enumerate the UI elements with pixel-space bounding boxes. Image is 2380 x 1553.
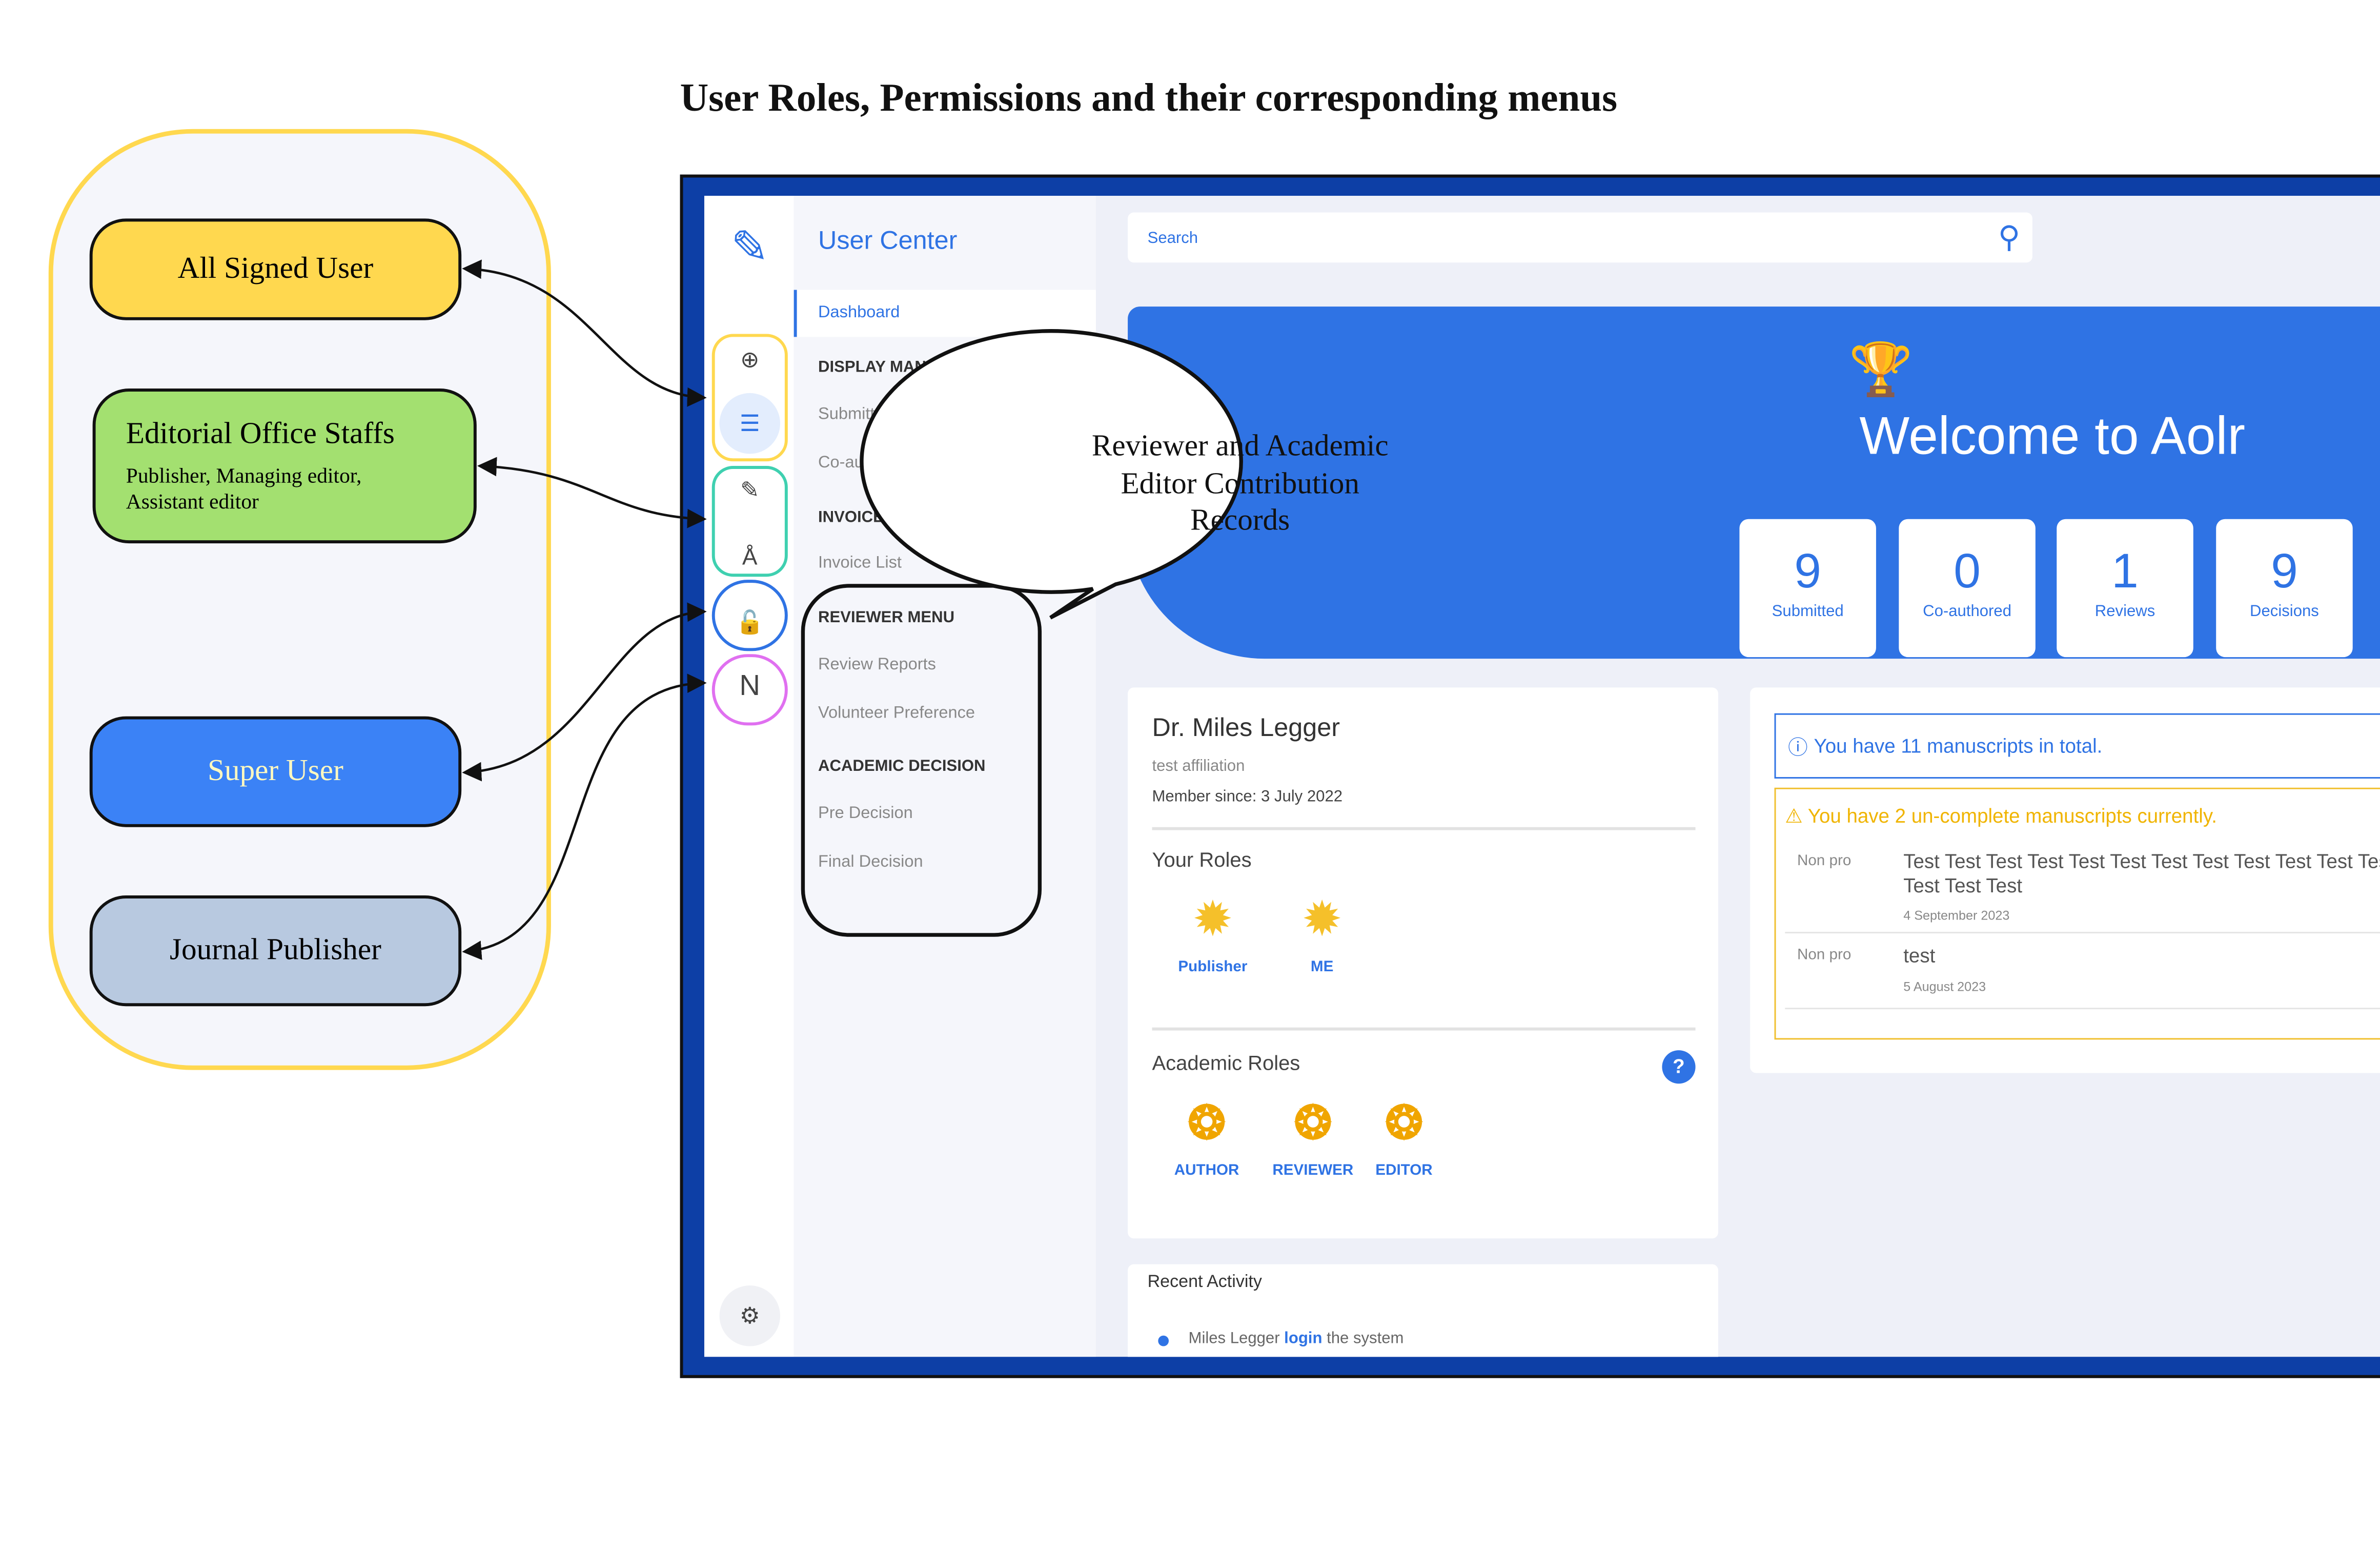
callout-text: Reviewer and Academic Editor Contributio…	[1091, 429, 1389, 538]
arrow-all-users	[462, 259, 707, 407]
annotation-overlay	[462, 259, 1243, 960]
arrow-publisher	[462, 673, 707, 960]
reviewer-menu-highlight	[801, 584, 1042, 937]
arrow-super-user	[462, 602, 707, 782]
arrow-editorial	[477, 457, 707, 528]
